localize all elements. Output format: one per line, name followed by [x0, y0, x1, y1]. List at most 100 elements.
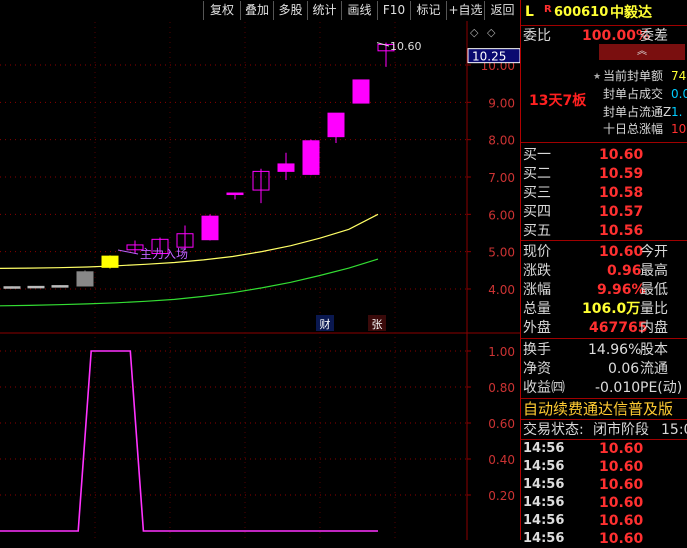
tick-time: 14:56: [523, 513, 565, 528]
candle-body: [352, 79, 370, 104]
tick-price: 10.60: [599, 513, 644, 529]
indicator-tick-label: 0.60: [488, 417, 515, 431]
header-left-marker[interactable]: L: [525, 3, 534, 21]
bid-price[interactable]: 10.58: [599, 184, 643, 202]
kline-chart[interactable]: 10.009.008.007.006.005.004.001.000.800.6…: [0, 0, 520, 540]
star-icon: ★: [593, 72, 602, 82]
price-tick-label: 5.00: [488, 246, 515, 260]
bid-label: 买五: [523, 223, 551, 239]
price-tick-label: 7.00: [488, 171, 515, 185]
quote-label: 涨跌: [523, 263, 551, 279]
info-value: 747: [671, 69, 687, 83]
high-price-label: 10.60: [390, 40, 422, 53]
weicha-label: 委差: [640, 28, 668, 44]
tick-price: 10.60: [599, 495, 644, 511]
tick-price: 10.60: [599, 459, 644, 475]
price-tick-label: 9.00: [488, 96, 515, 110]
stat-label-2: 流通: [640, 361, 668, 377]
draw-line-button[interactable]: 画线: [341, 1, 377, 20]
bid-price[interactable]: 10.56: [599, 222, 643, 240]
candle-body: [76, 271, 94, 287]
stat-value: -0.010: [595, 380, 641, 396]
stat-label: 换手: [523, 342, 551, 358]
candle-body: [327, 112, 345, 138]
stat-label-2: PE(动): [640, 380, 683, 396]
stat-label: 收益㈣: [523, 380, 565, 396]
price-tick-label: 8.00: [488, 134, 515, 148]
quote-label: 外盘: [523, 320, 551, 336]
candle-body: [3, 286, 21, 289]
trade-status-label: 交易状态:: [523, 422, 584, 438]
bid-label: 买四: [523, 204, 551, 220]
quote-label: 涨幅: [523, 282, 551, 298]
info-value: 109: [671, 122, 687, 136]
candle-body: [27, 285, 45, 289]
overlay-button[interactable]: 叠加: [240, 1, 273, 20]
collapse-chevron-icon[interactable]: ︽: [599, 44, 685, 60]
header-right-marker[interactable]: R: [544, 1, 552, 19]
limit-up-streak: 13天7板: [529, 93, 587, 109]
quote-label: 总量: [523, 301, 551, 317]
quote-label-2: 最高: [640, 263, 668, 279]
tick-time: 14:56: [523, 477, 565, 492]
indicator-tick-label: 0.80: [488, 381, 515, 395]
tick-time: 14:56: [523, 495, 565, 510]
diamond-icon: ◇: [470, 26, 479, 39]
badge-zhang: 张: [372, 318, 383, 331]
chart-toolbar: 复权 叠加 多股 统计 画线 F10 标记 +自选 返回: [0, 0, 520, 21]
stat-label: 净资: [523, 361, 551, 377]
weibi-label: 委比: [523, 28, 551, 44]
info-value: 0.0: [671, 87, 687, 101]
candle-body: [51, 285, 69, 288]
multi-stock-button[interactable]: 多股: [273, 1, 307, 20]
quote-panel: L R 600610 中毅达 委比 100.00% 委差 ︽ 13天7板 ★ 当…: [520, 0, 687, 547]
back-button[interactable]: 返回: [484, 1, 520, 20]
candle-body: [226, 192, 244, 196]
quote-label: 现价: [523, 244, 551, 260]
entry-signal-label: 主力入场: [140, 247, 188, 261]
quote-value: 9.96%: [597, 282, 646, 298]
tick-time: 14:56: [523, 441, 565, 456]
indicator-tick-label: 1.00: [488, 345, 515, 359]
quote-value: 467765: [589, 320, 648, 336]
stock-code: 600610: [554, 5, 609, 20]
quote-label-2: 量比: [640, 301, 668, 317]
info-label: 封单占成交: [603, 87, 664, 101]
bid-price[interactable]: 10.57: [599, 203, 643, 221]
trade-status-time: 15:0: [661, 422, 687, 438]
stat-label-2: 股本: [640, 342, 668, 358]
bid-price[interactable]: 10.59: [599, 165, 643, 183]
candle-body: [302, 140, 320, 175]
tick-price: 10.60: [599, 441, 644, 457]
f10-button[interactable]: F10: [377, 1, 410, 20]
upper-band-line: [0, 213, 379, 269]
quote-label-2: 今开: [640, 244, 668, 260]
quote-value: 0.96: [607, 263, 642, 279]
statistics-button[interactable]: 统计: [307, 1, 341, 20]
trade-status-value: 闭市阶段: [593, 422, 649, 438]
price-tick-label: 6.00: [488, 208, 515, 222]
stat-value: 0.06: [608, 361, 640, 377]
candle-body: [277, 163, 295, 172]
quote-label-2: 最低: [640, 282, 668, 298]
promo-link[interactable]: 自动续费通达信普及版: [523, 400, 673, 418]
current-price-tag-text: 10.25: [472, 50, 506, 64]
bid-price[interactable]: 10.60: [599, 146, 643, 164]
tick-time: 14:56: [523, 531, 565, 546]
indicator-tick-label: 0.20: [488, 489, 515, 503]
info-value: 1.: [671, 105, 683, 119]
candle-body: [201, 215, 219, 241]
indicator-line: [0, 350, 378, 532]
bid-label: 买二: [523, 166, 551, 182]
tick-time: 14:56: [523, 459, 565, 474]
fuquan-button[interactable]: 复权: [203, 1, 240, 20]
lower-band-line: [0, 258, 379, 307]
tick-price: 10.60: [599, 531, 644, 547]
add-watchlist-button[interactable]: +自选: [446, 1, 484, 20]
quote-label-2: 内盘: [640, 320, 668, 336]
mark-button[interactable]: 标记: [410, 1, 446, 20]
bid-label: 买一: [523, 147, 551, 163]
tick-price: 10.60: [599, 477, 644, 493]
price-tick-label: 4.00: [488, 283, 515, 297]
quote-value: 106.0万: [582, 301, 641, 317]
